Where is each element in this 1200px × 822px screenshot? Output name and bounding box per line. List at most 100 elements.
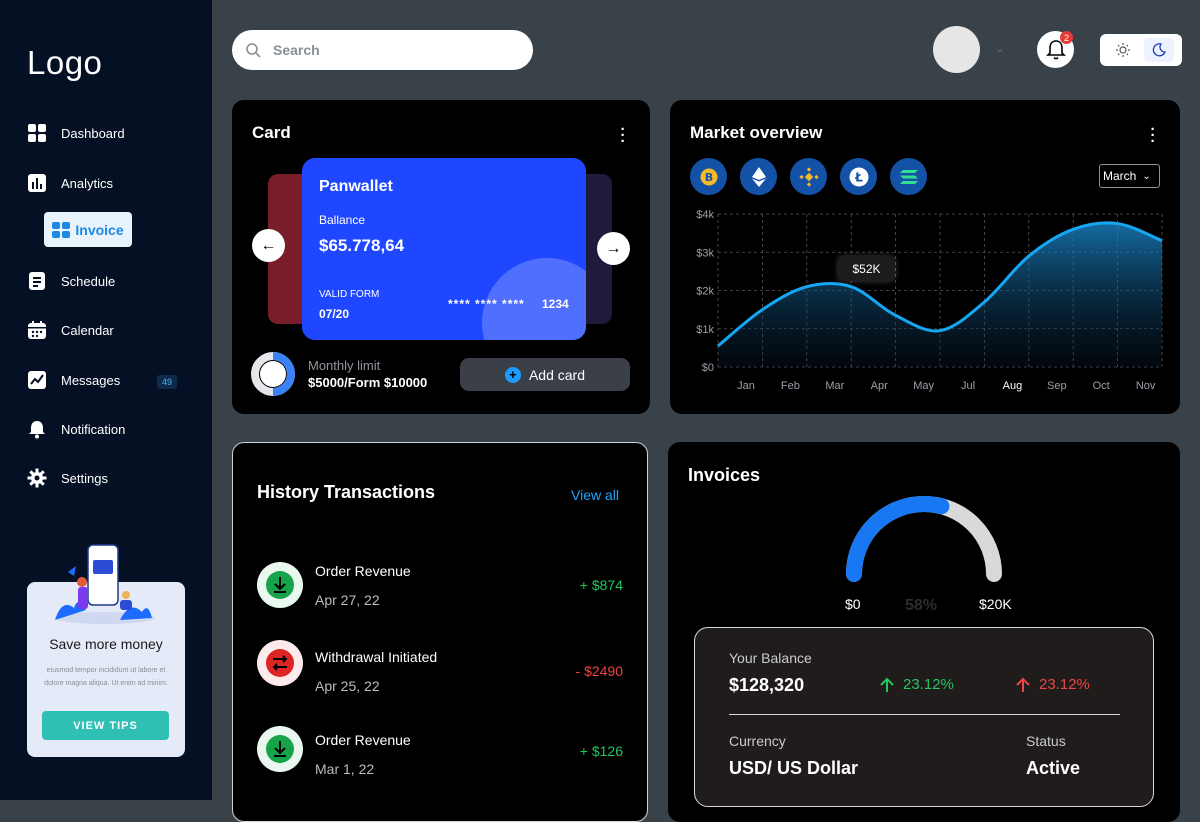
sidebar-item-settings[interactable]: Settings <box>27 466 108 490</box>
y-tick-label: $1k <box>696 324 714 336</box>
market-chart: $0 $1k $2k $3k $4k Jan Feb Mar Apr May Jul Aug Sep O… <box>696 209 1163 392</box>
y-tick-label: $0 <box>702 362 714 374</box>
transaction-date: Apr 27, 22 <box>315 592 380 608</box>
sidebar-item-label: Settings <box>61 470 108 486</box>
status-value: Active <box>1026 758 1081 778</box>
change-up-value: 23.12% <box>903 676 954 693</box>
notification-badge: 2 <box>1060 31 1073 44</box>
arrow-up-icon <box>1015 677 1031 693</box>
card-panel-title: Card <box>252 123 291 142</box>
sidebar-item-label: Messages <box>61 372 121 388</box>
sidebar-item-label: Analytics <box>61 175 114 191</box>
arrow-left-icon: ← <box>260 236 277 254</box>
gauge-percent: 58% <box>905 597 938 614</box>
limit-progress-ring <box>251 352 295 396</box>
history-title: History Transactions <box>257 482 436 502</box>
sidebar-item-label: Dashboard <box>61 125 125 141</box>
plus-icon: + <box>504 366 521 383</box>
card-balance-label: Ballance <box>319 213 366 227</box>
y-axis: $0 $1k $2k $3k $4k <box>696 209 714 374</box>
transaction-in-icon <box>257 562 303 608</box>
currency-label: Currency <box>729 733 786 749</box>
sidebar-item-calendar[interactable]: Calendar <box>27 318 114 342</box>
sidebar-item-label: Schedule <box>61 273 116 289</box>
x-tick-label: Jul <box>961 380 975 392</box>
market-title: Market overview <box>690 123 823 142</box>
balance-change-down: 23.12% <box>1015 676 1090 693</box>
avatar[interactable] <box>933 26 980 73</box>
invoice-icon <box>52 221 71 238</box>
currency-value: USD/ US Dollar <box>729 758 859 778</box>
status-label: Status <box>1026 733 1066 749</box>
more-options-icon[interactable]: · · · <box>619 122 627 149</box>
sidebar-item-analytics[interactable]: Analytics <box>27 171 113 195</box>
sidebar-item-messages[interactable]: Messages <box>27 368 120 392</box>
previous-card-button[interactable]: ← <box>252 229 285 262</box>
card-brand: Panwallet <box>319 178 393 195</box>
transaction-date: Apr 25, 22 <box>315 678 380 694</box>
gauge-max: $20K <box>979 596 1012 612</box>
bell-icon <box>27 419 47 439</box>
gauge-fill <box>846 496 950 582</box>
more-options-icon[interactable]: · · · <box>1149 122 1157 149</box>
balance-label: Your Balance <box>729 650 812 666</box>
x-tick-label: Feb <box>781 380 800 392</box>
credit-card[interactable]: Panwallet Ballance $65.778,64 VALID FORM… <box>302 158 586 340</box>
promo-text: eiusmod tempor incididunt ut labore et d… <box>44 667 168 687</box>
sidebar: Logo Dashboard Analytics Invoice Schedul… <box>0 0 212 800</box>
solana-icon[interactable] <box>890 158 927 195</box>
transaction-amount: + $874 <box>579 577 623 593</box>
card-number-mask: **** **** **** <box>448 297 525 311</box>
transaction-name: Order Revenue <box>315 732 411 748</box>
change-down-value: 23.12% <box>1039 676 1090 693</box>
ethereum-icon[interactable] <box>740 158 777 195</box>
x-tick-label: Apr <box>871 380 888 392</box>
analytics-icon <box>27 173 47 193</box>
view-tips-button[interactable]: VIEW TIPS <box>42 711 169 740</box>
gauge-min: $0 <box>845 596 861 612</box>
theme-toggle[interactable] <box>1100 34 1182 66</box>
view-all-link[interactable]: View all <box>571 487 619 503</box>
sun-icon[interactable] <box>1108 38 1138 62</box>
logo: Logo <box>27 44 103 81</box>
x-axis: Jan Feb Mar Apr May Jul Aug Sep Oct Nov <box>737 380 1156 392</box>
sidebar-item-schedule[interactable]: Schedule <box>27 269 115 293</box>
x-tick-label: Sep <box>1047 380 1067 392</box>
bitcoin-icon[interactable]: B <box>690 158 727 195</box>
sidebar-item-notification[interactable]: Notification <box>27 417 125 441</box>
divider <box>729 714 1120 715</box>
card-balance: $65.778,64 <box>319 236 405 255</box>
y-tick-label: $3k <box>696 247 714 259</box>
sidebar-item-label: Notification <box>61 421 126 437</box>
add-card-label: Add card <box>528 366 586 383</box>
chevron-down-icon[interactable]: ⌄ <box>995 42 1004 55</box>
search-input[interactable]: Search <box>232 30 533 70</box>
x-tick-label: May <box>913 380 934 392</box>
svg-text:B: B <box>704 171 712 184</box>
add-card-button[interactable]: + Add card <box>460 358 630 391</box>
moon-icon[interactable] <box>1144 38 1174 62</box>
balance-value: $128,320 <box>729 675 805 695</box>
transaction-amount: - $2490 <box>575 663 623 679</box>
schedule-icon <box>27 271 47 291</box>
sidebar-item-label: Invoice <box>75 221 124 238</box>
card-number-last: 1234 <box>542 297 569 311</box>
month-select[interactable]: March ⌄ <box>1099 164 1160 188</box>
next-card-button[interactable]: → <box>597 232 630 265</box>
gear-icon <box>27 468 47 488</box>
invoice-gauge <box>846 496 1002 582</box>
x-tick-label: Aug <box>1003 380 1023 392</box>
messages-icon <box>27 370 47 390</box>
search-placeholder: Search <box>273 42 320 58</box>
invoices-title: Invoices <box>688 465 761 485</box>
dashboard-icon <box>27 123 47 143</box>
x-tick-label: Jan <box>737 380 755 392</box>
sidebar-item-invoice[interactable]: Invoice <box>44 212 132 247</box>
sidebar-item-dashboard[interactable]: Dashboard <box>27 121 125 145</box>
binance-icon[interactable] <box>790 158 827 195</box>
transaction-name: Order Revenue <box>315 563 411 579</box>
transaction-amount: + $126 <box>579 743 623 759</box>
litecoin-icon[interactable]: Ł <box>840 158 877 195</box>
x-tick-label: Oct <box>1093 380 1110 392</box>
y-tick-label: $2k <box>696 286 714 298</box>
